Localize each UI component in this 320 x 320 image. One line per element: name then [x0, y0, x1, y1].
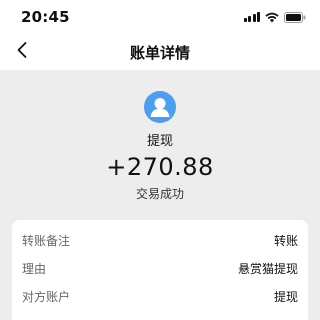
signal-icon: [243, 12, 260, 22]
merchant-name: 提现: [146, 134, 173, 149]
transaction-summary: 提现 +270.88 交易成功: [0, 70, 320, 220]
detail-value: 转账: [273, 234, 298, 248]
nav-bar: 账单详情: [0, 34, 320, 70]
transaction-status: 交易成功: [135, 187, 184, 201]
detail-value: 悬赏猫提现: [237, 262, 298, 276]
detail-label: 理由: [22, 262, 47, 276]
user-avatar-icon: [144, 91, 176, 123]
transaction-amount: +270.88: [106, 153, 214, 181]
details-card: 转账备注 转账 理由 悬赏猫提现 对方账户 提现: [12, 220, 308, 320]
detail-row-remark: 转账备注 转账: [12, 226, 308, 254]
status-bar: 20:45: [0, 0, 320, 34]
page-title: 账单详情: [129, 44, 190, 62]
detail-row-reason: 理由 悬赏猫提现: [12, 254, 308, 282]
status-icons: [243, 11, 307, 23]
wifi-icon: [265, 12, 279, 23]
battery-icon: [284, 11, 306, 23]
detail-row-counterparty[interactable]: 对方账户 提现: [12, 282, 308, 310]
detail-label: 转账备注: [22, 234, 71, 248]
detail-label: 对方账户: [22, 290, 71, 304]
detail-value: 提现: [273, 290, 298, 304]
status-time: 20:45: [21, 8, 70, 26]
